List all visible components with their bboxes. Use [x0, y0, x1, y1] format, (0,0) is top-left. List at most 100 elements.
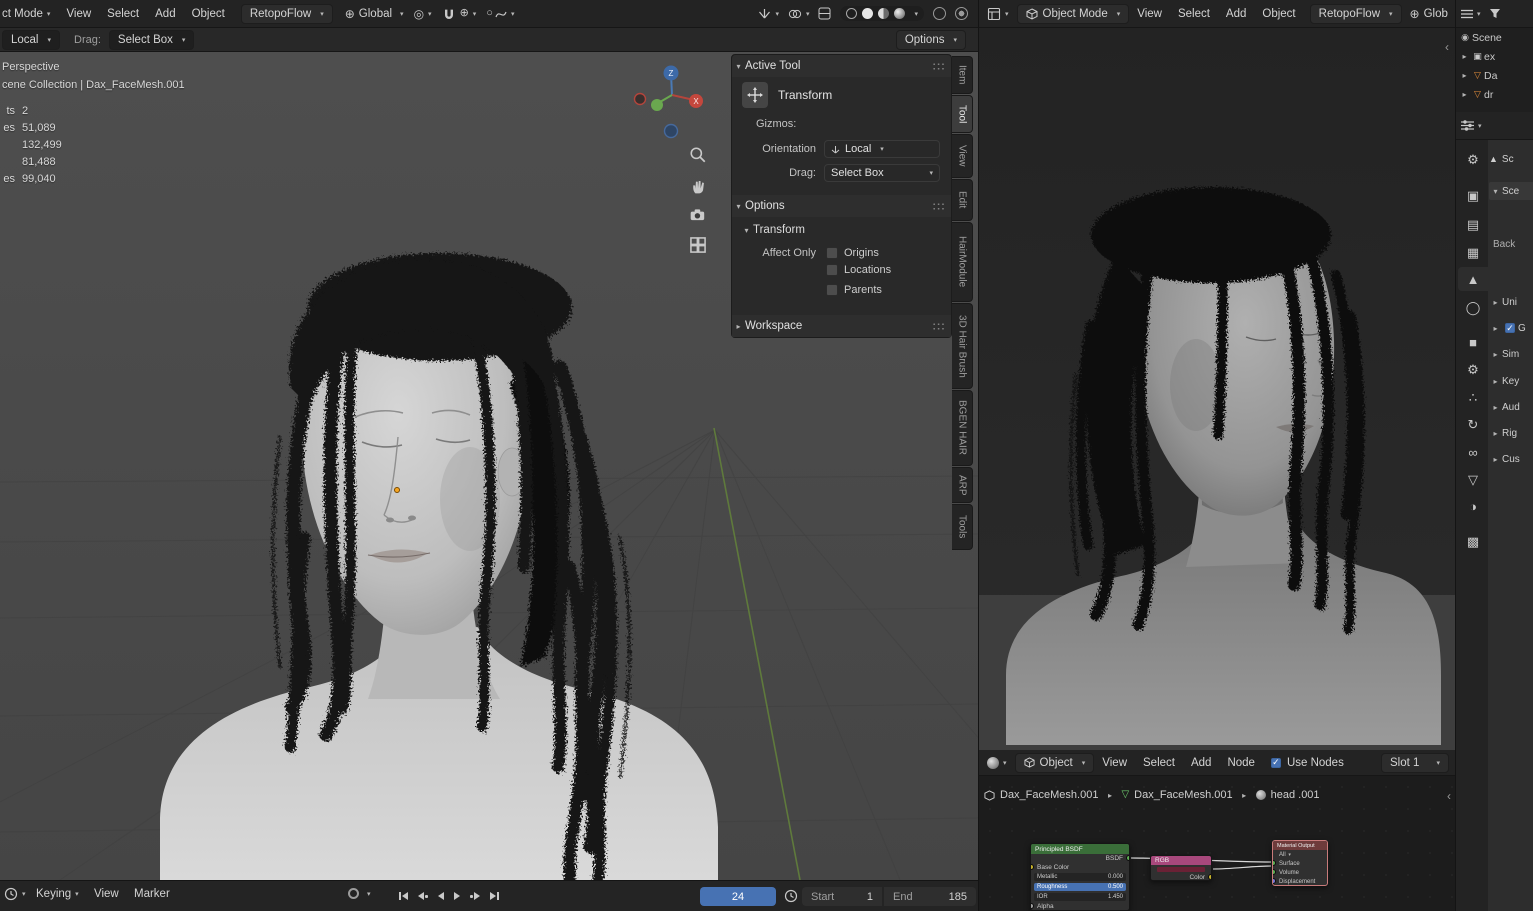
- transform-orientation-dropdown[interactable]: ⊕ Glob: [1410, 8, 1448, 20]
- tab-bgen-hair[interactable]: BGEN HAIR: [952, 390, 973, 466]
- gizmo-y[interactable]: [651, 99, 663, 111]
- region-overlap-arrow-icon[interactable]: ‹: [1445, 40, 1449, 54]
- filter-icon[interactable]: [1489, 8, 1501, 19]
- shader-editor-type-dropdown[interactable]: [987, 757, 1007, 769]
- menu-add[interactable]: Add: [1218, 8, 1254, 20]
- shader-object-dropdown[interactable]: Object: [1015, 753, 1095, 773]
- tab-item[interactable]: Item: [952, 56, 973, 94]
- object-mode-dropdown[interactable]: ct Mode: [0, 8, 58, 20]
- frame-start-field[interactable]: Start 1: [802, 887, 882, 906]
- section-audio[interactable]: ▸Aud: [1489, 398, 1533, 416]
- ptab-physics[interactable]: ↻: [1458, 412, 1488, 436]
- tab-3d-hair-brush[interactable]: 3D Hair Brush: [952, 303, 973, 389]
- tab-hairmodule[interactable]: HairModule: [952, 222, 973, 302]
- section-gravity[interactable]: ▸G: [1489, 319, 1533, 337]
- ptab-particles[interactable]: ∴: [1458, 385, 1488, 409]
- tab-tools[interactable]: Tools: [952, 504, 973, 550]
- transform-tool-icon[interactable]: [742, 82, 768, 108]
- color-swatch-row[interactable]: [1151, 865, 1211, 873]
- tab-edit[interactable]: Edit: [952, 179, 973, 221]
- breadcrumb-object[interactable]: Dax_FaceMesh.001: [1000, 789, 1098, 801]
- shading-solid-icon[interactable]: [862, 8, 873, 19]
- section-simulation[interactable]: ▸Sim: [1489, 345, 1533, 363]
- timeline-clock-icon[interactable]: [784, 889, 798, 903]
- menu-select[interactable]: Select: [1170, 8, 1218, 20]
- node-header[interactable]: Material Output: [1273, 841, 1327, 850]
- menu-marker[interactable]: Marker: [126, 888, 178, 900]
- displacement-socket[interactable]: [1272, 878, 1276, 884]
- ptab-object[interactable]: ■: [1458, 330, 1488, 354]
- toolbar-orientation-dropdown[interactable]: Local: [2, 30, 60, 50]
- ptab-output[interactable]: ▤: [1458, 212, 1488, 236]
- proportional-falloff-dropdown[interactable]: [495, 8, 515, 20]
- gizmo-neg-z[interactable]: [665, 125, 678, 138]
- gizmo-neg-x[interactable]: [635, 94, 646, 105]
- use-nodes-toggle[interactable]: Use Nodes: [1271, 757, 1344, 769]
- retopoflow-dropdown[interactable]: RetopoFlow: [1310, 4, 1402, 24]
- use-nodes-checkbox[interactable]: [1271, 758, 1281, 768]
- jump-to-end-button[interactable]: [485, 887, 504, 905]
- ptab-constraints[interactable]: ∞: [1458, 440, 1488, 464]
- auto-key-button[interactable]: [348, 888, 371, 899]
- metallic-row[interactable]: Metallic0.000: [1031, 872, 1129, 882]
- prev-keyframe-button[interactable]: [413, 887, 433, 905]
- outliner-item-row[interactable]: ▸ ▽ Da: [1456, 66, 1533, 85]
- transform-subpanel-header[interactable]: ▾ Transform: [740, 220, 805, 240]
- head-model-rendered[interactable]: [996, 175, 1446, 745]
- properties-editor-type-dropdown[interactable]: [1461, 120, 1482, 131]
- ptab-scene[interactable]: ▲: [1458, 267, 1488, 291]
- menu-node[interactable]: Node: [1219, 757, 1263, 769]
- ortho-grid-icon[interactable]: [689, 236, 707, 254]
- show-overlays-dropdown[interactable]: [788, 8, 810, 20]
- rgb-node[interactable]: RGB Color: [1150, 855, 1212, 881]
- region-overlap-arrow-icon[interactable]: ‹: [1447, 789, 1451, 803]
- color-output-socket[interactable]: [1208, 874, 1212, 880]
- panel-grip-icon[interactable]: [932, 202, 945, 211]
- origins-checkbox[interactable]: [826, 247, 838, 259]
- roughness-row[interactable]: Roughness0.500: [1031, 882, 1129, 892]
- snap-magnet-icon[interactable]: [442, 7, 456, 21]
- transform-orientation-dropdown[interactable]: ⊕ Global: [345, 8, 404, 20]
- ior-row[interactable]: IOR1.450: [1031, 892, 1129, 902]
- drag-mode-dropdown[interactable]: Select Box: [109, 30, 195, 50]
- retopoflow-dropdown[interactable]: RetopoFlow: [241, 4, 333, 24]
- menu-select[interactable]: Select: [1135, 757, 1183, 769]
- render-view-icon[interactable]: [955, 7, 968, 20]
- menu-add[interactable]: Add: [1183, 757, 1219, 769]
- outliner-item-row[interactable]: ▸ ▽ dr: [1456, 85, 1533, 104]
- outliner-item-row[interactable]: ▸ ▣ ex: [1456, 47, 1533, 66]
- scene-section-header[interactable]: ▾ Sce: [1489, 182, 1533, 200]
- frame-end-field[interactable]: End 185: [884, 887, 976, 906]
- ptab-object-data[interactable]: ▽: [1458, 467, 1488, 491]
- proportional-edit-icon[interactable]: ○: [486, 8, 493, 19]
- locations-checkbox[interactable]: [826, 264, 838, 276]
- camera-view-icon[interactable]: [689, 206, 707, 224]
- ptab-render[interactable]: ▣: [1458, 183, 1488, 207]
- menu-view[interactable]: View: [58, 8, 99, 20]
- zoom-icon[interactable]: [689, 146, 707, 164]
- show-gizmo-dropdown[interactable]: [758, 7, 779, 20]
- head-model[interactable]: [140, 237, 740, 880]
- breadcrumb-material[interactable]: head .001: [1271, 789, 1320, 801]
- target-row[interactable]: All▾: [1273, 850, 1327, 859]
- bsdf-output-socket[interactable]: [1126, 855, 1130, 861]
- color-swatch[interactable]: [1157, 867, 1205, 872]
- left-3d-viewport[interactable]: Perspective cene Collection | Dax_FaceMe…: [0, 52, 978, 880]
- active-tool-panel-header[interactable]: ▾ Active Tool: [732, 55, 951, 77]
- tab-view[interactable]: View: [952, 134, 973, 178]
- background-scene-row[interactable]: Back: [1489, 236, 1533, 252]
- surface-socket[interactable]: [1272, 860, 1276, 866]
- menu-select[interactable]: Select: [99, 8, 147, 20]
- ptab-world[interactable]: ◯: [1458, 295, 1488, 319]
- shading-wireframe-icon[interactable]: [846, 8, 857, 19]
- object-mode-dropdown[interactable]: Object Mode: [1017, 4, 1130, 24]
- section-keying[interactable]: ▸Key: [1489, 372, 1533, 390]
- material-slot-dropdown[interactable]: Slot 1: [1381, 753, 1449, 773]
- next-keyframe-button[interactable]: [465, 887, 485, 905]
- editor-type-dropdown[interactable]: [987, 7, 1009, 21]
- ptab-tool[interactable]: ⚙: [1458, 147, 1488, 171]
- ptab-material[interactable]: ◑: [1458, 494, 1488, 518]
- xray-toggle-icon[interactable]: [818, 7, 831, 20]
- node-header[interactable]: RGB: [1151, 856, 1211, 865]
- volume-socket[interactable]: [1272, 869, 1276, 875]
